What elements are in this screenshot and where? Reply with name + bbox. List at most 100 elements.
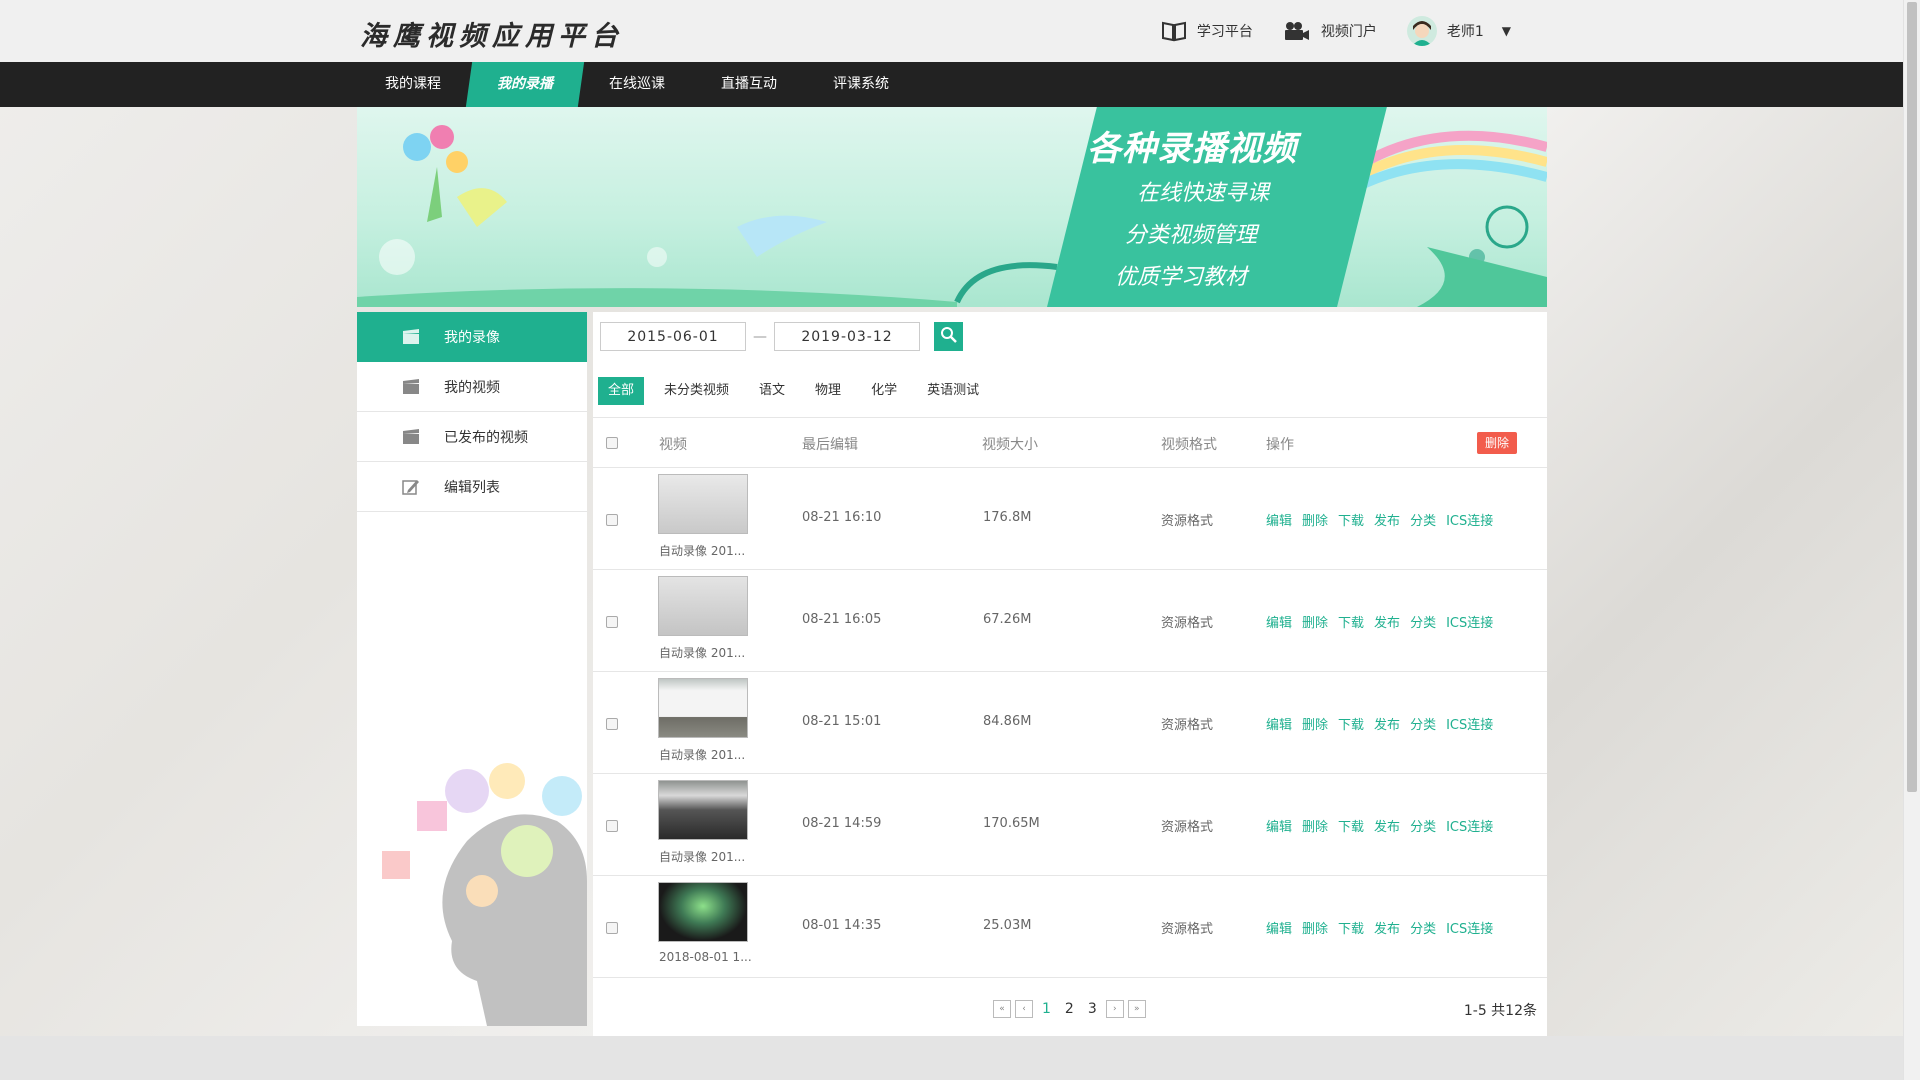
- page-scrollbar[interactable]: [1903, 0, 1920, 1080]
- sidebar-item-my-recordings[interactable]: 我的录像: [357, 312, 587, 362]
- page-number[interactable]: 3: [1083, 1001, 1102, 1017]
- video-name[interactable]: 自动录像 201...: [659, 644, 745, 661]
- video-name[interactable]: 自动录像 201...: [659, 542, 745, 559]
- publish-link[interactable]: 发布: [1374, 612, 1400, 631]
- video-format: 资源格式: [1161, 616, 1214, 631]
- tab-english-test[interactable]: 英语测试: [917, 377, 989, 405]
- site-logo[interactable]: 海鹰视频应用平台: [360, 14, 624, 53]
- row-actions: 编辑 删除 下载 发布 分类 ICS连接: [1266, 918, 1493, 937]
- table-row: 自动录像 201... 08-21 16:05 67.26M 资源格式 编辑 删…: [593, 570, 1547, 672]
- row-checkbox[interactable]: [606, 514, 618, 526]
- delete-link[interactable]: 删除: [1302, 918, 1328, 937]
- prev-page-icon[interactable]: ‹: [1015, 1000, 1033, 1018]
- page-number[interactable]: 2: [1060, 1001, 1079, 1017]
- search-icon: [940, 326, 958, 348]
- row-checkbox[interactable]: [606, 922, 618, 934]
- search-button[interactable]: [934, 322, 963, 351]
- delete-link[interactable]: 删除: [1302, 612, 1328, 631]
- nav-evaluation-system[interactable]: 评课系统: [805, 62, 917, 107]
- sidebar-item-label: 我的视频: [444, 379, 500, 396]
- date-separator: —: [753, 328, 767, 345]
- tab-all[interactable]: 全部: [598, 377, 645, 405]
- main-nav: 我的课程 我的录播 在线巡课 直播互动 评课系统: [0, 62, 1903, 107]
- record-count: 1-5 共12条: [1463, 1003, 1537, 1019]
- end-date-input[interactable]: [774, 322, 920, 351]
- banner-line-3: 优质学习教材: [1115, 265, 1248, 290]
- video-thumbnail[interactable]: [658, 882, 748, 942]
- delete-link[interactable]: 删除: [1302, 816, 1328, 835]
- edit-link[interactable]: 编辑: [1266, 918, 1292, 937]
- download-link[interactable]: 下载: [1338, 918, 1364, 937]
- video-format: 资源格式: [1161, 718, 1214, 733]
- table-row: 自动录像 201... 08-21 14:59 170.65M 资源格式 编辑 …: [593, 774, 1547, 876]
- start-date-input[interactable]: [600, 322, 746, 351]
- ics-connect-link[interactable]: ICS连接: [1446, 918, 1493, 937]
- edit-link[interactable]: 编辑: [1266, 510, 1292, 529]
- delete-link[interactable]: 删除: [1302, 714, 1328, 733]
- nav-online-patrol[interactable]: 在线巡课: [581, 62, 693, 107]
- video-thumbnail[interactable]: [658, 678, 748, 738]
- classify-link[interactable]: 分类: [1410, 816, 1436, 835]
- video-thumbnail[interactable]: [658, 576, 748, 636]
- video-size: 170.65M: [983, 816, 1040, 831]
- download-link[interactable]: 下载: [1338, 510, 1364, 529]
- classify-link[interactable]: 分类: [1410, 612, 1436, 631]
- first-page-icon[interactable]: «: [993, 1000, 1011, 1018]
- video-thumbnail[interactable]: [658, 474, 748, 534]
- video-thumbnail[interactable]: [658, 780, 748, 840]
- sidebar-item-my-videos[interactable]: 我的视频: [357, 362, 587, 412]
- edit-link[interactable]: 编辑: [1266, 816, 1292, 835]
- nav-live-interaction[interactable]: 直播互动: [693, 62, 805, 107]
- video-name[interactable]: 自动录像 201...: [659, 746, 745, 763]
- next-page-icon[interactable]: ›: [1105, 1000, 1124, 1018]
- book-icon: [1161, 20, 1187, 42]
- user-menu[interactable]: 老师1 ▼: [1406, 16, 1511, 46]
- study-platform-link[interactable]: 学习平台: [1161, 20, 1253, 42]
- publish-link[interactable]: 发布: [1374, 510, 1400, 529]
- tab-physics[interactable]: 物理: [805, 377, 851, 405]
- classify-link[interactable]: 分类: [1410, 918, 1436, 937]
- tab-uncategorized[interactable]: 未分类视频: [654, 377, 739, 405]
- ics-connect-link[interactable]: ICS连接: [1446, 510, 1493, 529]
- head-illustration: [382, 763, 587, 1026]
- delete-link[interactable]: 删除: [1302, 510, 1328, 529]
- select-all-checkbox[interactable]: [606, 437, 618, 449]
- publish-link[interactable]: 发布: [1374, 714, 1400, 733]
- row-checkbox[interactable]: [606, 616, 618, 628]
- page-number[interactable]: 1: [1037, 1001, 1056, 1017]
- bulk-delete-button[interactable]: 删除: [1477, 432, 1517, 454]
- publish-link[interactable]: 发布: [1374, 816, 1400, 835]
- row-checkbox[interactable]: [606, 718, 618, 730]
- publish-link[interactable]: 发布: [1374, 918, 1400, 937]
- classify-link[interactable]: 分类: [1410, 510, 1436, 529]
- table-row: 自动录像 201... 08-21 16:10 176.8M 资源格式 编辑 删…: [593, 468, 1547, 570]
- video-name[interactable]: 自动录像 201...: [659, 848, 745, 865]
- video-portal-link[interactable]: 视频门户: [1283, 20, 1377, 42]
- nav-my-recordings[interactable]: 我的录播: [465, 62, 585, 107]
- tab-chemistry[interactable]: 化学: [861, 377, 907, 405]
- edit-link[interactable]: 编辑: [1266, 612, 1292, 631]
- scrollbar-thumb[interactable]: [1907, 2, 1917, 792]
- row-actions: 编辑 删除 下载 发布 分类 ICS连接: [1266, 816, 1493, 835]
- download-link[interactable]: 下载: [1338, 816, 1364, 835]
- ics-connect-link[interactable]: ICS连接: [1446, 612, 1493, 631]
- download-link[interactable]: 下载: [1338, 612, 1364, 631]
- col-action: 操作: [1266, 437, 1294, 453]
- last-edit-time: 08-21 14:59: [802, 816, 882, 831]
- nav-my-courses[interactable]: 我的课程: [357, 62, 469, 107]
- ics-connect-link[interactable]: ICS连接: [1446, 714, 1493, 733]
- tab-chinese[interactable]: 语文: [749, 377, 795, 405]
- sidebar-item-published-videos[interactable]: 已发布的视频: [357, 412, 587, 462]
- download-link[interactable]: 下载: [1338, 714, 1364, 733]
- last-page-icon[interactable]: »: [1127, 1000, 1146, 1018]
- video-name[interactable]: 2018-08-01 1...: [659, 950, 752, 964]
- sidebar-item-edit-list[interactable]: 编辑列表: [357, 462, 587, 512]
- video-camera-icon: [1283, 20, 1311, 42]
- sidebar-item-label: 编辑列表: [444, 479, 500, 496]
- row-checkbox[interactable]: [606, 820, 618, 832]
- classify-link[interactable]: 分类: [1410, 714, 1436, 733]
- video-portal-label: 视频门户: [1320, 24, 1377, 40]
- video-format: 资源格式: [1161, 922, 1214, 937]
- ics-connect-link[interactable]: ICS连接: [1446, 816, 1493, 835]
- edit-link[interactable]: 编辑: [1266, 714, 1292, 733]
